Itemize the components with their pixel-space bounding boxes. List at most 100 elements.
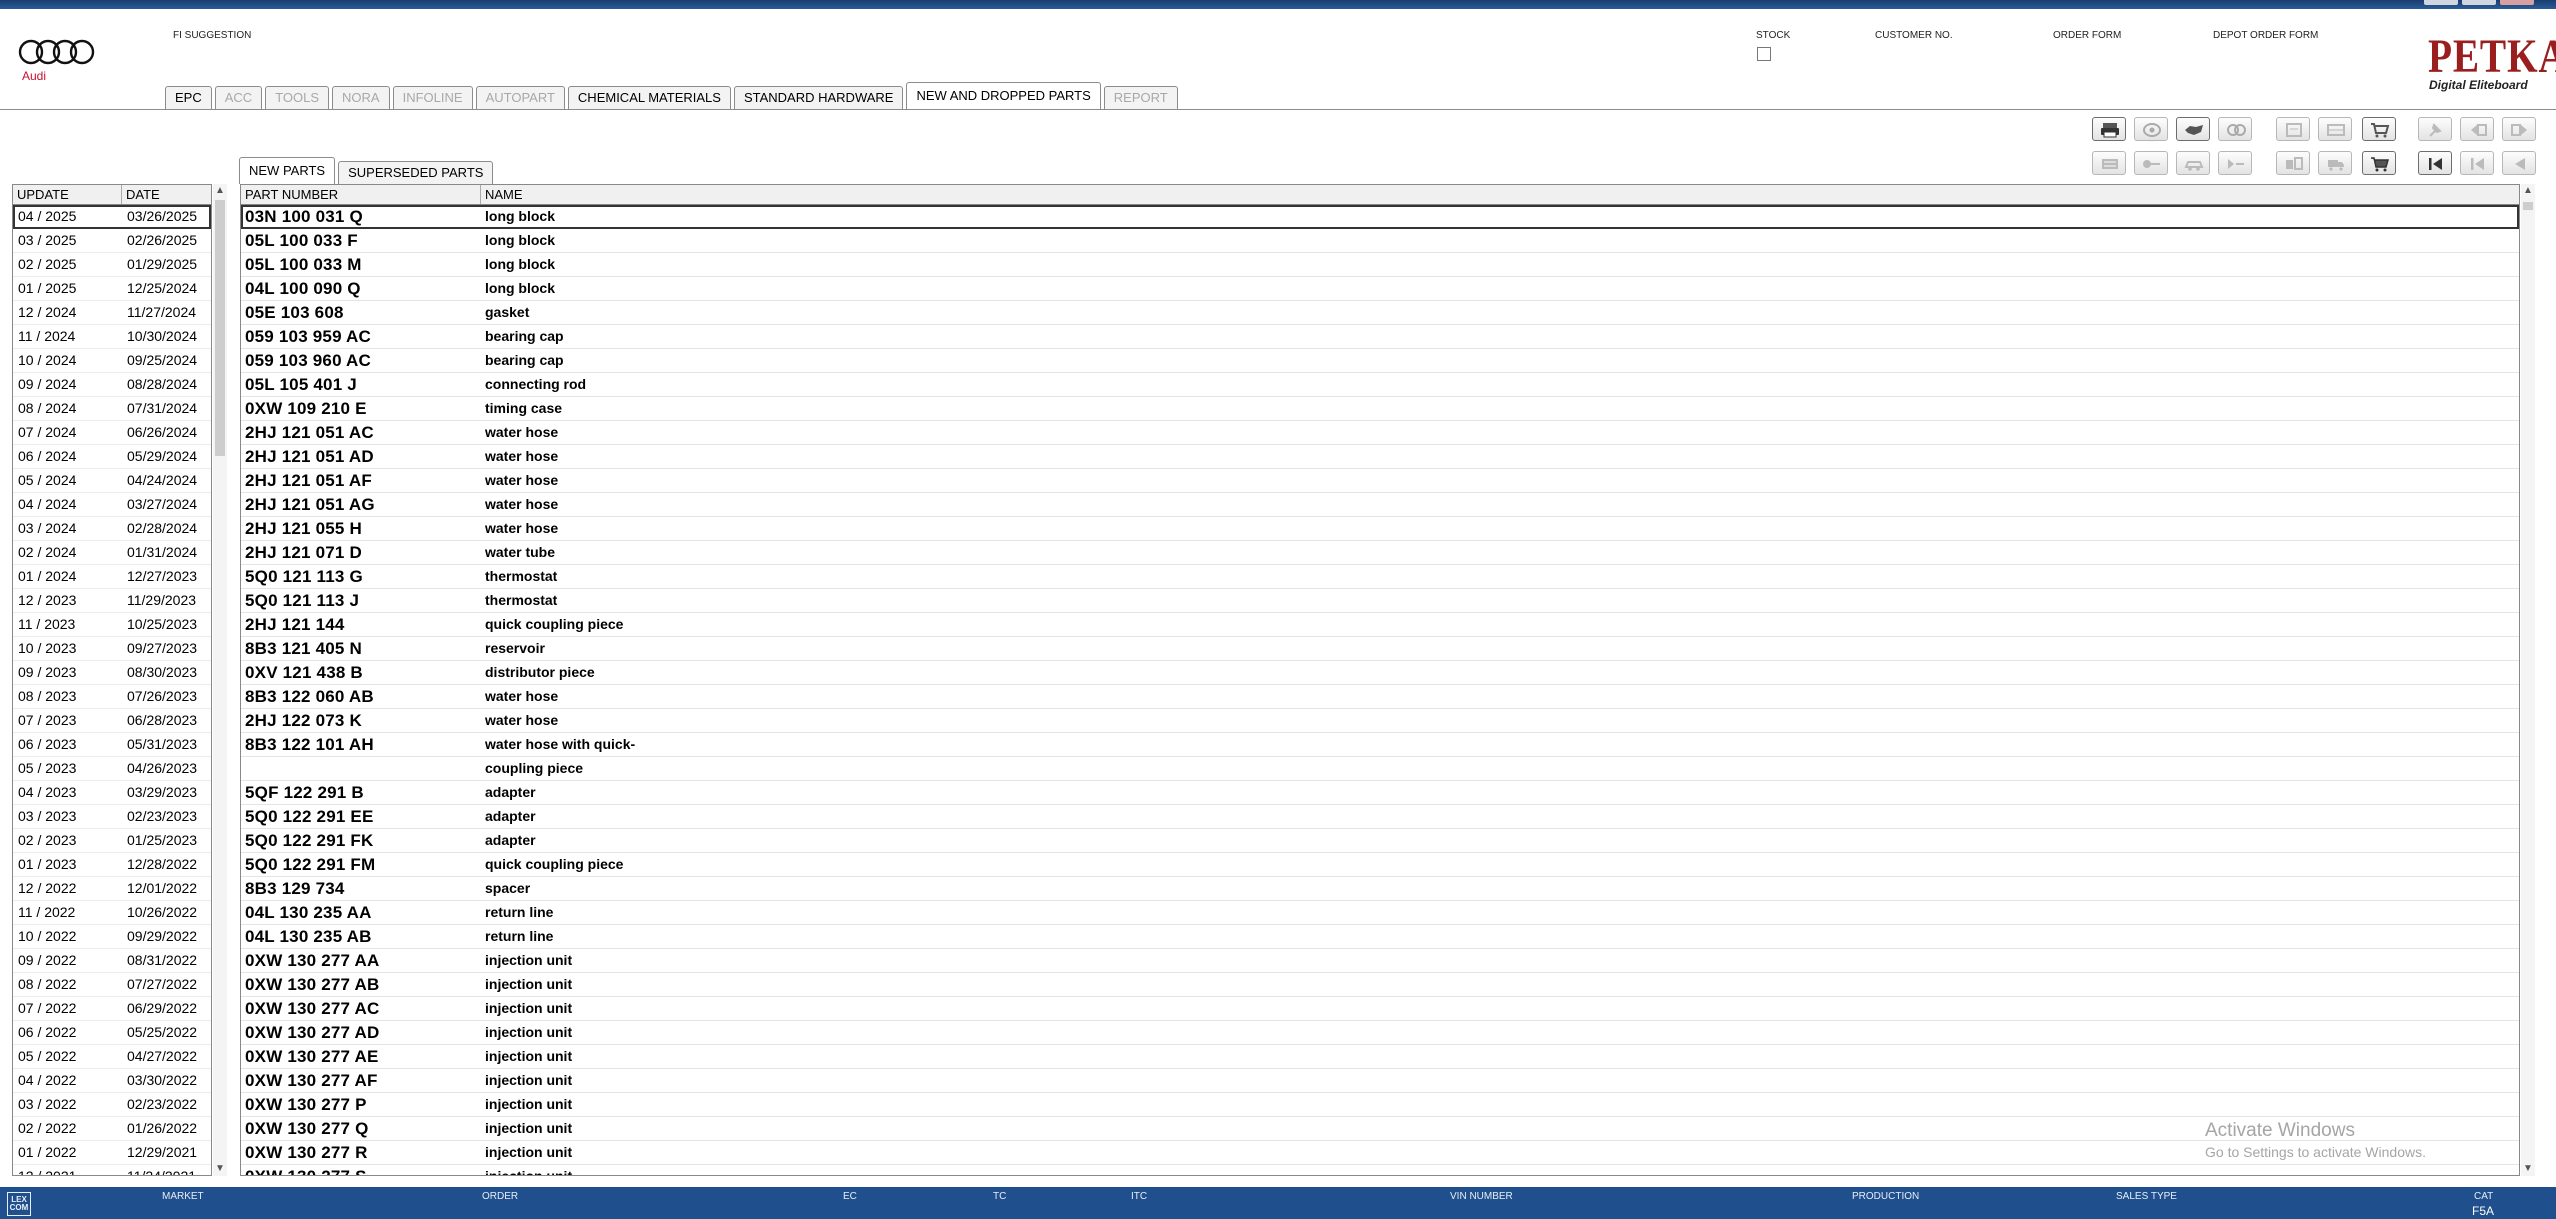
table-row[interactable]: 04 / 2022 03/30/2022 bbox=[13, 1069, 211, 1093]
table-row[interactable]: 05L 105 401 J connecting rod bbox=[241, 373, 2519, 397]
view-button[interactable] bbox=[2218, 117, 2252, 141]
table-row[interactable]: 03 / 2023 02/23/2023 bbox=[13, 805, 211, 829]
table-row[interactable]: 07 / 2023 06/28/2023 bbox=[13, 709, 211, 733]
tab-tools[interactable]: TOOLS bbox=[265, 86, 330, 110]
table-row[interactable]: 0XW 130 277 R injection unit bbox=[241, 1141, 2519, 1165]
prev-page-button[interactable] bbox=[2460, 117, 2494, 141]
close-icon[interactable] bbox=[2500, 0, 2534, 5]
table-row[interactable]: 02 / 2023 01/25/2023 bbox=[13, 829, 211, 853]
table-row[interactable]: 5Q0 122 291 EE adapter bbox=[241, 805, 2519, 829]
table-row[interactable]: 07 / 2024 06/26/2024 bbox=[13, 421, 211, 445]
table-row[interactable]: 05L 100 033 M long block bbox=[241, 253, 2519, 277]
truck-button[interactable] bbox=[2318, 151, 2352, 175]
tab-epc[interactable]: EPC bbox=[165, 86, 212, 110]
next-page-button[interactable] bbox=[2502, 117, 2536, 141]
table-row[interactable]: 10 / 2023 09/27/2023 bbox=[13, 637, 211, 661]
maximize-icon[interactable] bbox=[2462, 0, 2496, 5]
table-row[interactable]: 10 / 2022 09/29/2022 bbox=[13, 925, 211, 949]
list-button[interactable] bbox=[2092, 151, 2126, 175]
tab-acc[interactable]: ACC bbox=[214, 86, 263, 110]
table-row[interactable]: 059 103 959 AC bearing cap bbox=[241, 325, 2519, 349]
table-row[interactable]: 03 / 2025 02/26/2025 bbox=[13, 229, 211, 253]
scroll-thumb[interactable] bbox=[2523, 202, 2533, 210]
table-row[interactable]: 5Q0 121 113 J thermostat bbox=[241, 589, 2519, 613]
table-row[interactable]: 2HJ 121 051 AF water hose bbox=[241, 469, 2519, 493]
table-row[interactable]: 05 / 2023 04/26/2023 bbox=[13, 757, 211, 781]
table-row[interactable]: 059 103 960 AC bearing cap bbox=[241, 349, 2519, 373]
table-row[interactable]: 09 / 2024 08/28/2024 bbox=[13, 373, 211, 397]
table-row[interactable]: 0XW 130 277 AA injection unit bbox=[241, 949, 2519, 973]
table-row[interactable]: 0XW 130 277 AD injection unit bbox=[241, 1021, 2519, 1045]
customer-no-label[interactable]: CUSTOMER NO. bbox=[1875, 30, 1953, 41]
tab-nora[interactable]: NORA bbox=[332, 86, 390, 110]
order-form-label[interactable]: ORDER FORM bbox=[2053, 30, 2121, 41]
tab-new-and-dropped-parts[interactable]: NEW AND DROPPED PARTS bbox=[906, 82, 1101, 110]
cart-full-button[interactable] bbox=[2362, 151, 2396, 175]
table-row[interactable]: 01 / 2023 12/28/2022 bbox=[13, 853, 211, 877]
table-row[interactable]: 04 / 2023 03/29/2023 bbox=[13, 781, 211, 805]
fi-suggestion-label[interactable]: FI SUGGESTION bbox=[173, 30, 251, 41]
table-row[interactable]: 05 / 2022 04/27/2022 bbox=[13, 1045, 211, 1069]
table-row[interactable]: 05E 103 608 gasket bbox=[241, 301, 2519, 325]
table-row[interactable]: 06 / 2024 05/29/2024 bbox=[13, 445, 211, 469]
table-row[interactable]: 8B3 122 101 AH water hose with quick- bbox=[241, 733, 2519, 757]
scroll-down-icon[interactable]: ▼ bbox=[213, 1162, 227, 1176]
table-row[interactable]: 11 / 2023 10/25/2023 bbox=[13, 613, 211, 637]
column-header-date[interactable]: DATE bbox=[122, 185, 160, 204]
scroll-down-icon[interactable]: ▼ bbox=[2521, 1162, 2535, 1176]
stock-checkbox[interactable] bbox=[1757, 47, 1771, 61]
stock-button[interactable] bbox=[2276, 151, 2310, 175]
scroll-up-icon[interactable]: ▲ bbox=[2521, 184, 2535, 198]
depot-button[interactable] bbox=[2318, 117, 2352, 141]
scroll-up-icon[interactable]: ▲ bbox=[213, 184, 227, 198]
table-row[interactable]: 11 / 2024 10/30/2024 bbox=[13, 325, 211, 349]
table-row[interactable]: 0XV 121 438 B distributor piece bbox=[241, 661, 2519, 685]
tab-autopart[interactable]: AUTOPART bbox=[475, 86, 565, 110]
table-row[interactable]: 08 / 2022 07/27/2022 bbox=[13, 973, 211, 997]
table-row[interactable]: 0XW 109 210 E timing case bbox=[241, 397, 2519, 421]
table-row[interactable]: 03 / 2024 02/28/2024 bbox=[13, 517, 211, 541]
table-row[interactable]: 2HJ 121 051 AG water hose bbox=[241, 493, 2519, 517]
first-button[interactable] bbox=[2418, 151, 2452, 175]
table-row[interactable]: 5Q0 122 291 FM quick coupling piece bbox=[241, 853, 2519, 877]
tab-infoline[interactable]: INFOLINE bbox=[392, 86, 473, 110]
table-row[interactable]: 0XW 130 277 AE injection unit bbox=[241, 1045, 2519, 1069]
pin-button[interactable] bbox=[2418, 117, 2452, 141]
jump-button[interactable] bbox=[2218, 151, 2252, 175]
table-row[interactable]: 0XW 130 277 P injection unit bbox=[241, 1093, 2519, 1117]
table-row[interactable]: 2HJ 121 051 AC water hose bbox=[241, 421, 2519, 445]
table-row[interactable]: 12 / 2022 12/01/2022 bbox=[13, 877, 211, 901]
parts-table-scrollbar[interactable]: ▲ ▼ bbox=[2521, 184, 2535, 1176]
table-row[interactable]: 04 / 2025 03/26/2025 bbox=[13, 205, 211, 229]
table-row[interactable]: 2HJ 121 144 quick coupling piece bbox=[241, 613, 2519, 637]
table-row[interactable]: 2HJ 121 071 D water tube bbox=[241, 541, 2519, 565]
table-row[interactable]: 04L 130 235 AB return line bbox=[241, 925, 2519, 949]
table-row[interactable]: 10 / 2024 09/25/2024 bbox=[13, 349, 211, 373]
table-row[interactable]: 09 / 2023 08/30/2023 bbox=[13, 661, 211, 685]
table-row[interactable]: 06 / 2023 05/31/2023 bbox=[13, 733, 211, 757]
table-row[interactable]: 01 / 2025 12/25/2024 bbox=[13, 277, 211, 301]
table-row[interactable]: 0XW 130 277 AC injection unit bbox=[241, 997, 2519, 1021]
tab-report[interactable]: REPORT bbox=[1103, 86, 1178, 110]
table-row[interactable]: 8B3 121 405 N reservoir bbox=[241, 637, 2519, 661]
update-table-scrollbar[interactable]: ▲ ▼ bbox=[213, 184, 227, 1176]
table-row[interactable]: 12 / 2021 11/24/2021 bbox=[13, 1165, 211, 1175]
table-row[interactable]: 0XW 130 277 AF injection unit bbox=[241, 1069, 2519, 1093]
table-row[interactable]: 05L 100 033 F long block bbox=[241, 229, 2519, 253]
table-row[interactable]: 0XW 130 277 AB injection unit bbox=[241, 973, 2519, 997]
column-header-update[interactable]: UPDATE bbox=[13, 185, 122, 204]
tab-chemical-materials[interactable]: CHEMICAL MATERIALS bbox=[567, 86, 731, 110]
cart-button[interactable] bbox=[2362, 117, 2396, 141]
table-row[interactable]: 11 / 2022 10/26/2022 bbox=[13, 901, 211, 925]
table-row[interactable]: 5QF 122 291 B adapter bbox=[241, 781, 2519, 805]
table-row[interactable]: 2HJ 122 073 K water hose bbox=[241, 709, 2519, 733]
table-row[interactable]: 8B3 122 060 AB water hose bbox=[241, 685, 2519, 709]
stamp-button[interactable] bbox=[2134, 117, 2168, 141]
scroll-thumb[interactable] bbox=[215, 200, 225, 456]
table-row[interactable]: 5Q0 121 113 G thermostat bbox=[241, 565, 2519, 589]
table-row[interactable]: 04L 130 235 AA return line bbox=[241, 901, 2519, 925]
table-row[interactable]: 03 / 2022 02/23/2022 bbox=[13, 1093, 211, 1117]
order-button[interactable] bbox=[2276, 117, 2310, 141]
table-row[interactable]: 02 / 2024 01/31/2024 bbox=[13, 541, 211, 565]
tab-new-parts[interactable]: NEW PARTS bbox=[239, 157, 336, 184]
